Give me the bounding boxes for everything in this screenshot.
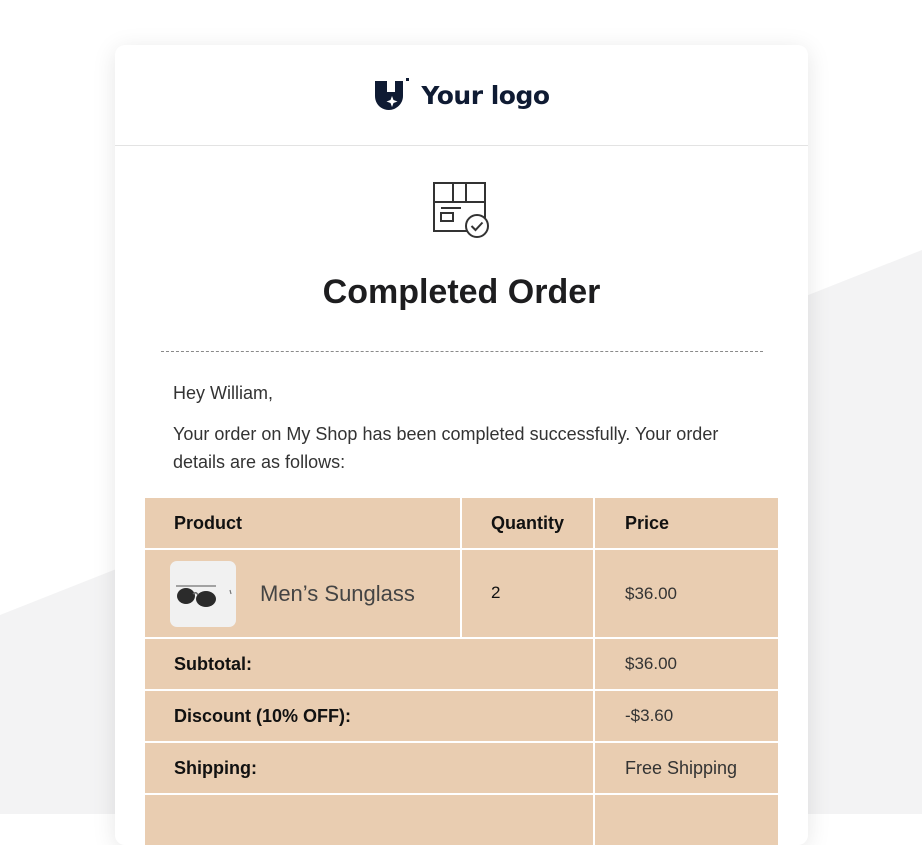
table-header-row: Product Quantity Price	[145, 498, 778, 550]
package-check-icon	[433, 182, 489, 238]
shipping-row: Shipping: Free Shipping	[145, 743, 778, 795]
product-image[interactable]	[170, 560, 236, 627]
total-value	[595, 795, 778, 845]
greeting-text: Hey William,	[173, 383, 274, 403]
subtotal-label: Subtotal:	[145, 639, 595, 689]
column-header-price: Price	[625, 512, 670, 533]
page-title: Completed Order	[322, 273, 601, 311]
column-header-quantity: Quantity	[462, 498, 595, 548]
table-row	[145, 795, 778, 845]
discount-row: Discount (10% OFF): -$3.60	[145, 691, 778, 743]
email-header: Your logo	[115, 45, 808, 146]
total-label	[145, 795, 595, 845]
quantity-cell: 2	[462, 550, 595, 637]
price-cell: $36.00	[625, 583, 677, 603]
product-cell: Men’s Sunglass	[145, 550, 462, 637]
logo[interactable]: Your logo	[373, 78, 550, 112]
table-row: Men’s Sunglass 2 $36.00	[145, 550, 778, 639]
discount-label: Discount (10% OFF):	[145, 691, 595, 741]
shipping-label: Shipping:	[145, 743, 595, 793]
dashed-divider	[161, 351, 763, 352]
subtotal-row: Subtotal: $36.00	[145, 639, 778, 691]
discount-value: -$3.60	[625, 706, 674, 725]
email-card: Your logo Completed Order Hey William, Y…	[115, 45, 808, 845]
message-text: Your order on My Shop has been completed…	[173, 424, 719, 472]
product-name[interactable]: Men’s Sunglass	[260, 581, 415, 607]
column-header-product: Product	[145, 498, 462, 548]
subtotal-value: $36.00	[625, 654, 677, 673]
logo-text: Your logo	[421, 80, 550, 110]
shipping-value: Free Shipping	[625, 757, 738, 778]
sunglasses-icon	[176, 584, 232, 607]
shield-star-icon	[375, 78, 410, 110]
order-table: Product Quantity Price Men’s Sunglass 2	[145, 498, 778, 845]
